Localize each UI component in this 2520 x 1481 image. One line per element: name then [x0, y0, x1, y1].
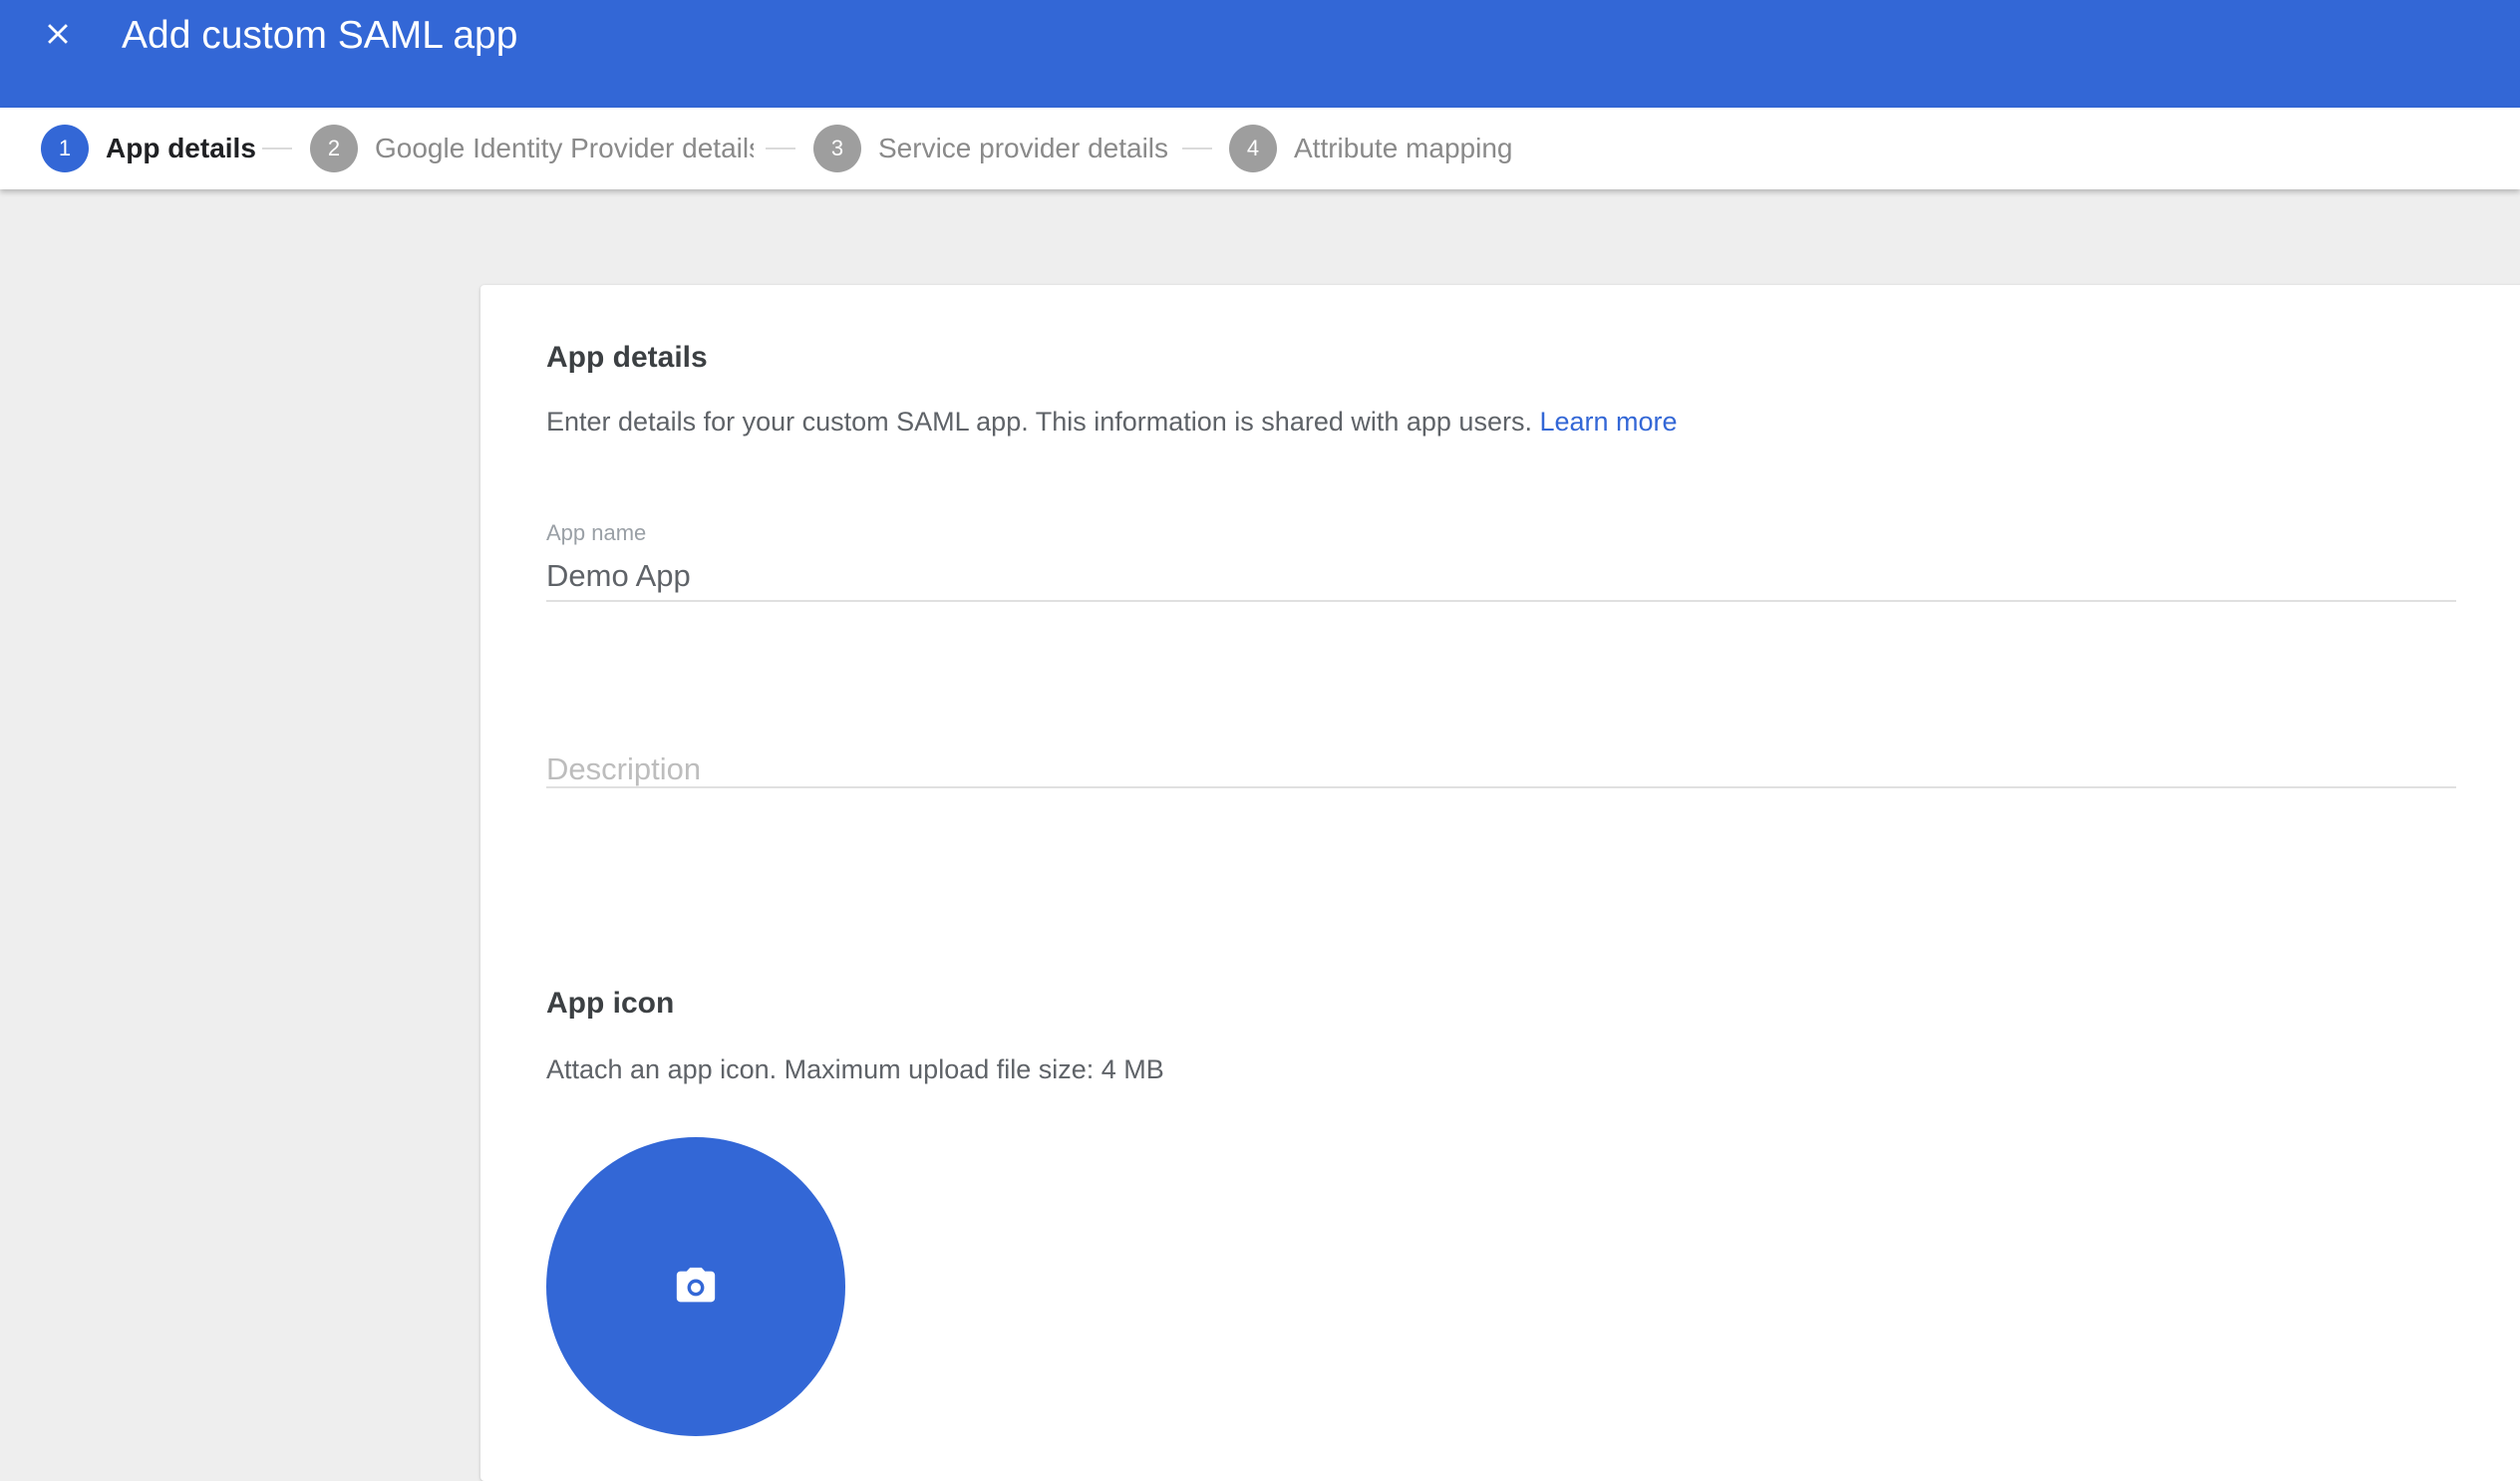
app-details-description: Enter details for your custom SAML app. …: [546, 407, 1678, 438]
step-service-provider-details[interactable]: 3 Service provider details: [813, 108, 1182, 189]
step-separator: [1182, 148, 1212, 149]
app-icon-upload-button[interactable]: [546, 1137, 845, 1436]
stepper: 1 App details 2 Google Identity Provider…: [0, 108, 2520, 189]
app-name-field[interactable]: App name Demo App: [546, 520, 2456, 602]
step-separator: [262, 148, 292, 149]
close-button[interactable]: [32, 8, 84, 60]
camera-icon: [676, 1267, 716, 1303]
step-attribute-mapping[interactable]: 4 Attribute mapping: [1229, 108, 1558, 189]
page-title: Add custom SAML app: [122, 14, 518, 57]
step-google-identity-provider-details[interactable]: 2 Google Identity Provider details: [310, 108, 754, 189]
description-field[interactable]: Description: [546, 751, 2456, 788]
section-title-app-details: App details: [546, 341, 708, 374]
app-icon-description: Attach an app icon. Maximum upload file …: [546, 1054, 1164, 1084]
app-name-value[interactable]: Demo App: [546, 558, 691, 594]
step-number: 3: [813, 125, 861, 172]
section-title-app-icon: App icon: [546, 987, 675, 1020]
step-number: 1: [41, 125, 89, 172]
description-placeholder: Description: [546, 751, 702, 786]
step-label: App details: [106, 133, 256, 163]
app-name-label: App name: [546, 520, 647, 545]
step-separator: [766, 148, 795, 149]
top-app-bar: Add custom SAML app: [0, 0, 2520, 108]
learn-more-link[interactable]: Learn more: [1539, 407, 1677, 437]
description-text: Enter details for your custom SAML app. …: [546, 407, 1532, 437]
step-number: 4: [1229, 125, 1277, 172]
step-label: Attribute mapping: [1294, 133, 1513, 163]
step-app-details[interactable]: 1 App details: [41, 108, 260, 189]
close-icon: [48, 24, 68, 44]
step-label: Service provider details: [878, 133, 1169, 163]
app-details-card: App details Enter details for your custo…: [480, 285, 2520, 1481]
step-number: 2: [310, 125, 358, 172]
step-label: Google Identity Provider details: [375, 133, 754, 163]
